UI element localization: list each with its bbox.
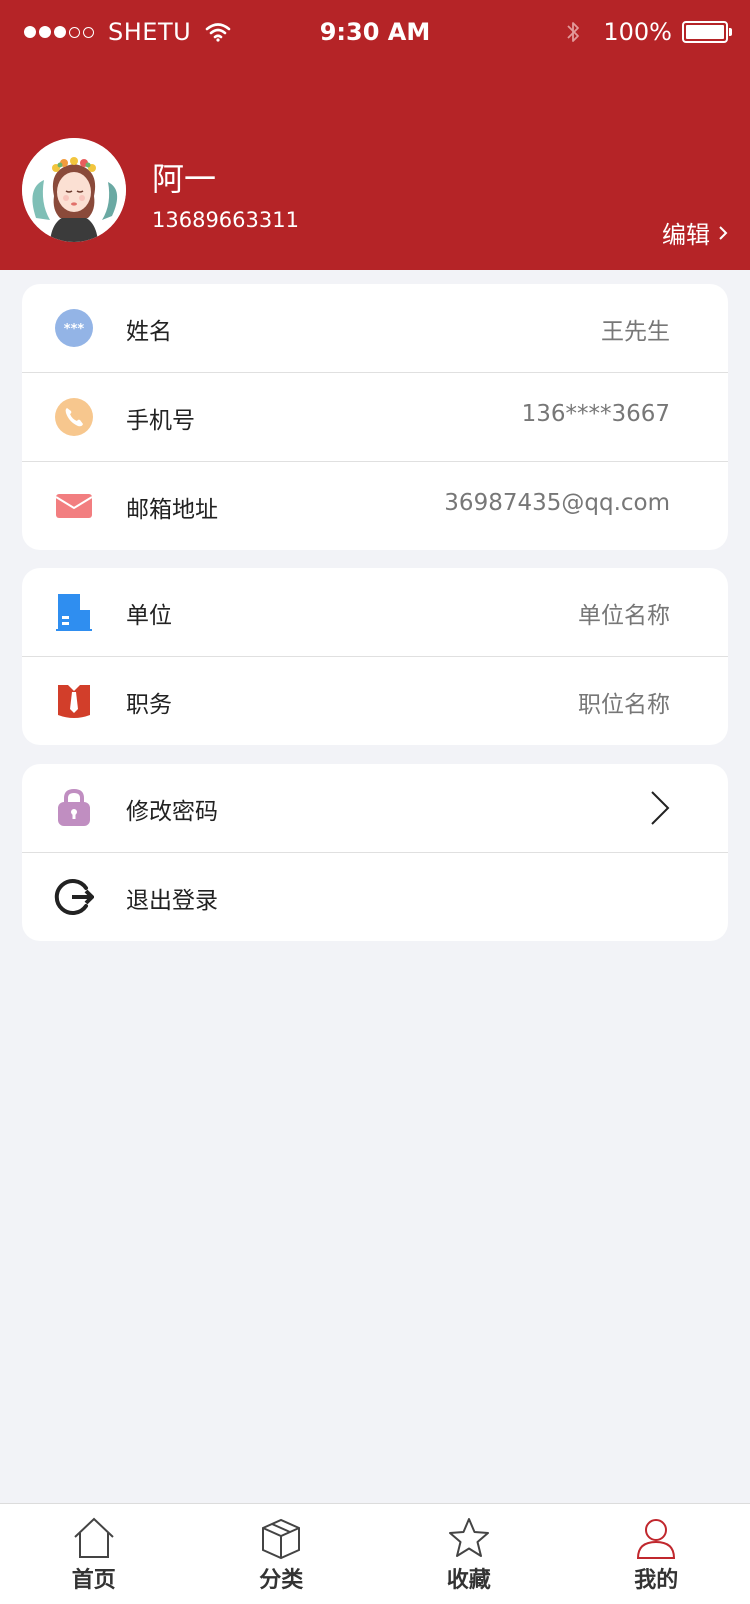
row-phone[interactable]: 手机号 136****3667 [22,373,728,462]
row-logout[interactable]: 退出登录 [22,853,728,941]
chevron-right-icon [650,790,670,826]
mail-icon [54,486,94,526]
logout-icon [54,877,94,917]
row-label: 单位 [126,596,172,630]
row-name[interactable]: *** 姓名 王先生 [22,284,728,373]
tab-label: 我的 [634,1562,678,1594]
row-value: 单位名称 [578,596,670,630]
row-value: 136****3667 [522,401,670,427]
row-change-password[interactable]: 修改密码 [22,764,728,853]
bluetooth-icon [565,19,581,45]
tab-category[interactable]: 分类 [188,1504,376,1604]
edit-profile-button[interactable]: 编辑 [662,215,728,250]
profile-phone: 13689663311 [152,208,299,232]
status-bar: SHETU 9:30 AM 100% [0,0,750,70]
building-icon [54,592,94,632]
star-icon [447,1516,491,1560]
row-company[interactable]: 单位 单位名称 [22,568,728,657]
personal-info-card: *** 姓名 王先生 手机号 136****3667 邮箱地址 36987435… [22,284,728,550]
tab-label: 首页 [72,1562,116,1594]
avatar[interactable] [22,138,126,242]
tab-label: 分类 [259,1562,303,1594]
profile-name: 阿一 [152,154,216,200]
avatar-illustration [22,138,126,242]
row-email[interactable]: 邮箱地址 36987435@qq.com [22,462,728,550]
bottom-tab-bar: 首页 分类 收藏 我的 [0,1503,750,1604]
row-label: 职务 [126,685,172,719]
profile-header: SHETU 9:30 AM 100% [0,0,750,270]
row-value: 职位名称 [578,685,670,719]
tie-icon [54,681,94,721]
row-value: 王先生 [601,312,670,346]
edit-label: 编辑 [662,215,710,250]
chevron-right-icon [718,225,728,241]
password-badge-icon: *** [54,308,94,348]
row-label: 修改密码 [126,792,218,826]
svg-text:***: *** [64,322,85,337]
tab-mine[interactable]: 我的 [563,1504,750,1604]
home-icon [72,1516,116,1560]
row-label: 邮箱地址 [126,490,218,524]
status-right: 100% [565,18,728,46]
battery-percent: 100% [603,18,672,46]
user-icon [634,1516,678,1560]
tab-home[interactable]: 首页 [0,1504,188,1604]
battery-icon [682,21,728,43]
tab-label: 收藏 [447,1562,491,1594]
row-value: 36987435@qq.com [444,490,670,516]
phone-icon [54,397,94,437]
row-label: 姓名 [126,312,172,346]
box-icon [259,1516,303,1560]
account-actions-card: 修改密码 退出登录 [22,764,728,941]
row-label: 退出登录 [126,881,218,915]
lock-icon [54,788,94,828]
row-label: 手机号 [126,401,195,435]
row-position[interactable]: 职务 职位名称 [22,657,728,745]
tab-favorites[interactable]: 收藏 [375,1504,563,1604]
work-info-card: 单位 单位名称 职务 职位名称 [22,568,728,745]
